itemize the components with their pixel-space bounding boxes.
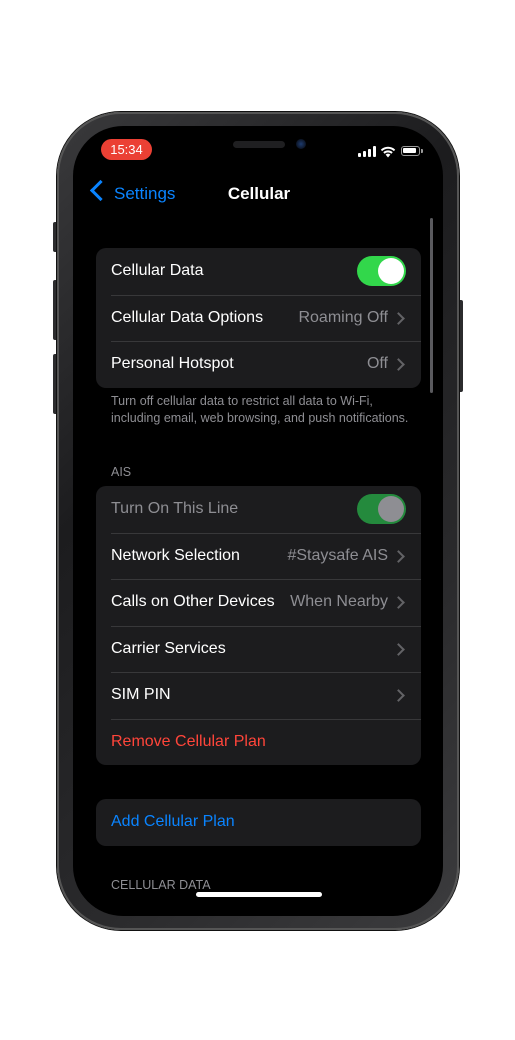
page-title: Cellular <box>227 184 291 203</box>
cellular-data-toggle[interactable] <box>357 256 406 286</box>
row-label: Cellular Data Options <box>111 308 264 326</box>
add-plan-group: Add Cellular Plan <box>96 799 421 846</box>
back-label: Settings <box>114 184 176 203</box>
back-chevron-icon <box>89 179 112 202</box>
turn-on-line-row[interactable]: Turn On This Line <box>96 486 421 533</box>
toggle-knob <box>378 258 404 284</box>
earpiece-speaker <box>233 141 285 148</box>
turn-on-line-toggle[interactable] <box>357 494 406 524</box>
row-value: Roaming Off <box>298 308 388 326</box>
cellular-signal-icon <box>358 146 376 157</box>
back-button[interactable]: Settings <box>88 179 176 206</box>
sim-pin-row[interactable]: SIM PIN <box>96 672 421 719</box>
row-label: Calls on Other Devices <box>111 593 275 610</box>
row-label: Remove Cellular Plan <box>111 732 266 750</box>
row-label: Cellular Data <box>111 262 204 279</box>
chevron-right-icon <box>392 358 405 371</box>
cellular-data-group: Cellular Data Cellular Data Options Roam… <box>96 248 421 388</box>
status-icons <box>358 146 424 158</box>
section-header-ais: AIS <box>111 465 132 479</box>
home-indicator[interactable] <box>196 892 322 897</box>
row-label: Add Cellular Plan <box>111 813 235 830</box>
wifi-icon <box>380 146 396 158</box>
status-time: 15:34 <box>101 139 152 160</box>
cellular-data-row[interactable]: Cellular Data <box>96 248 421 295</box>
row-label: SIM PIN <box>111 686 171 703</box>
row-label: Network Selection <box>111 546 240 564</box>
carrier-services-row[interactable]: Carrier Services <box>96 625 421 673</box>
cellular-data-footnote: Turn off cellular data to restrict all d… <box>111 394 409 425</box>
ais-line-group: Turn On This Line Network Selection #Sta… <box>96 486 421 765</box>
chevron-right-icon <box>392 549 405 563</box>
row-value: When Nearby <box>290 593 388 610</box>
calls-other-devices-row[interactable]: Calls on Other Devices When Nearby <box>96 579 421 626</box>
chevron-right-icon <box>392 642 405 656</box>
scroll-indicator[interactable] <box>430 218 433 393</box>
remove-cellular-plan-button[interactable]: Remove Cellular Plan <box>96 718 421 766</box>
row-label: Turn On This Line <box>111 500 239 517</box>
chevron-right-icon <box>392 311 405 325</box>
chevron-right-icon <box>392 689 405 702</box>
row-value: Off <box>366 355 388 372</box>
row-label: Carrier Services <box>111 639 226 657</box>
cellular-data-options-row[interactable]: Cellular Data Options Roaming Off <box>96 294 421 342</box>
toggle-knob <box>378 496 404 522</box>
device-stage: 15:34 Settings Cellular Cellular Data Ce… <box>0 0 515 1040</box>
personal-hotspot-row[interactable]: Personal Hotspot Off <box>96 341 421 388</box>
network-selection-row[interactable]: Network Selection #Staysafe AIS <box>96 532 421 580</box>
front-camera <box>296 139 306 149</box>
row-value: #Staysafe AIS <box>287 546 388 564</box>
add-cellular-plan-button[interactable]: Add Cellular Plan <box>96 799 421 846</box>
battery-icon <box>401 146 423 156</box>
chevron-right-icon <box>392 596 405 609</box>
section-header-cellular-data: CELLULAR DATA <box>111 878 211 892</box>
row-label: Personal Hotspot <box>111 355 234 372</box>
